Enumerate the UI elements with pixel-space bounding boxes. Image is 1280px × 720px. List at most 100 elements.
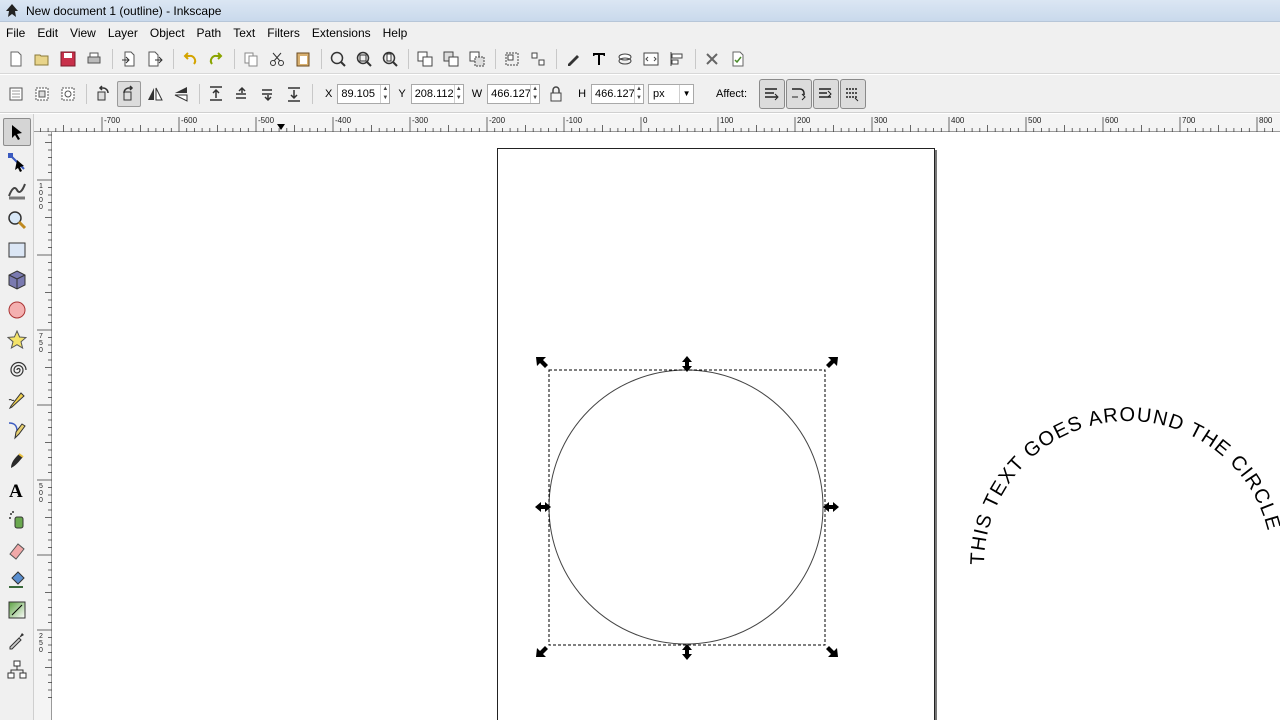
- scale-handle-bottom[interactable]: [682, 644, 692, 660]
- width-spinbox[interactable]: ▲▼: [487, 83, 541, 104]
- scale-corners-toggle[interactable]: [786, 78, 813, 109]
- fill-stroke-icon[interactable]: [561, 47, 585, 71]
- copy-icon[interactable]: [239, 47, 263, 71]
- open-icon[interactable]: [30, 47, 54, 71]
- scale-handle-bottom-left[interactable]: [536, 646, 548, 657]
- chevron-down-icon[interactable]: ▼: [679, 84, 693, 103]
- star-tool-icon[interactable]: [3, 326, 31, 354]
- vertical-ruler[interactable]: 1000750500250: [34, 132, 52, 720]
- lock-icon[interactable]: [544, 81, 568, 107]
- gradient-tool-icon[interactable]: [3, 596, 31, 624]
- connector-tool-icon[interactable]: [3, 656, 31, 684]
- dropper-tool-icon[interactable]: [3, 626, 31, 654]
- save-icon[interactable]: [56, 47, 80, 71]
- print-icon[interactable]: [82, 47, 106, 71]
- xml-editor-icon[interactable]: [639, 47, 663, 71]
- y-input[interactable]: [411, 84, 454, 103]
- spiral-tool-icon[interactable]: [3, 356, 31, 384]
- tweak-tool-icon[interactable]: [3, 176, 31, 204]
- x-input[interactable]: [338, 84, 381, 103]
- toolbox: A: [0, 114, 34, 720]
- raise-to-top-icon[interactable]: [204, 81, 228, 107]
- calligraphy-tool-icon[interactable]: [3, 446, 31, 474]
- y-spinbox[interactable]: ▲▼: [410, 83, 464, 104]
- text-on-path[interactable]: THIS TEXT GOES AROUND THE CIRCLE: [967, 404, 1280, 565]
- zoom-drawing-icon[interactable]: [352, 47, 376, 71]
- scale-handle-top-right[interactable]: [826, 357, 838, 368]
- menu-extensions[interactable]: Extensions: [306, 23, 377, 43]
- select-all-layers-icon[interactable]: [30, 81, 54, 107]
- y-stepper[interactable]: ▲ ▼: [453, 84, 463, 103]
- paint-bucket-tool-icon[interactable]: [3, 566, 31, 594]
- menu-help[interactable]: Help: [377, 23, 414, 43]
- import-icon[interactable]: [117, 47, 141, 71]
- pencil-tool-icon[interactable]: [3, 386, 31, 414]
- drawing-canvas[interactable]: THIS TEXT GOES AROUND THE CIRCLE: [52, 132, 1280, 720]
- select-all-icon[interactable]: [4, 81, 28, 107]
- rectangle-tool-icon[interactable]: [3, 236, 31, 264]
- scale-handle-top-left[interactable]: [536, 357, 548, 368]
- rotate-cw-icon[interactable]: [117, 80, 141, 107]
- scale-handle-bottom-right[interactable]: [826, 646, 838, 657]
- flip-vertical-icon[interactable]: [169, 81, 193, 107]
- height-input[interactable]: [592, 84, 635, 103]
- transform-patterns-toggle[interactable]: [840, 78, 867, 109]
- ruler-label-char: 2: [39, 633, 43, 640]
- menu-layer[interactable]: Layer: [102, 23, 144, 43]
- x-stepper[interactable]: ▲ ▼: [380, 84, 389, 103]
- height-spinbox[interactable]: ▲▼: [591, 83, 645, 104]
- selection-handles[interactable]: [535, 356, 839, 660]
- raise-icon[interactable]: [230, 81, 254, 107]
- export-icon[interactable]: [143, 47, 167, 71]
- cut-icon[interactable]: [265, 47, 289, 71]
- zoom-tool-icon[interactable]: [3, 206, 31, 234]
- menu-object[interactable]: Object: [144, 23, 191, 43]
- width-stepper[interactable]: ▲ ▼: [530, 84, 539, 103]
- text-tool-icon[interactable]: A: [3, 476, 31, 504]
- pen-tool-icon[interactable]: [3, 416, 31, 444]
- eraser-tool-icon[interactable]: [3, 536, 31, 564]
- lower-icon[interactable]: [256, 81, 280, 107]
- paste-icon[interactable]: [291, 47, 315, 71]
- height-stepper[interactable]: ▲ ▼: [634, 84, 643, 103]
- menu-path[interactable]: Path: [191, 23, 228, 43]
- lower-to-bottom-icon[interactable]: [282, 81, 306, 107]
- separator: [408, 48, 409, 69]
- menu-text[interactable]: Text: [227, 23, 261, 43]
- deselect-icon[interactable]: [56, 81, 80, 107]
- menu-edit[interactable]: Edit: [31, 23, 64, 43]
- node-tool-icon[interactable]: [3, 148, 31, 176]
- layers-icon[interactable]: [613, 47, 637, 71]
- zoom-page-icon[interactable]: [378, 47, 402, 71]
- ellipse-tool-icon[interactable]: [3, 296, 31, 324]
- menu-filters[interactable]: Filters: [261, 23, 306, 43]
- horizontal-ruler[interactable]: -700 -600 -500 -400 -300 -200 -100 0 100 200 300 40…: [34, 114, 1280, 132]
- duplicate-icon[interactable]: [413, 47, 437, 71]
- selector-tool-icon[interactable]: [3, 118, 31, 146]
- flip-horizontal-icon[interactable]: [143, 81, 167, 107]
- group-icon[interactable]: [500, 47, 524, 71]
- menu-view[interactable]: View: [64, 23, 102, 43]
- document-properties-icon[interactable]: [726, 47, 750, 71]
- transform-gradients-toggle[interactable]: [813, 78, 840, 109]
- undo-icon[interactable]: [178, 47, 202, 71]
- width-input[interactable]: [488, 84, 531, 103]
- clone-icon[interactable]: [439, 47, 463, 71]
- scale-stroke-toggle[interactable]: [759, 78, 786, 109]
- unit-select[interactable]: px ▼: [648, 83, 695, 104]
- unlink-clone-icon[interactable]: [465, 47, 489, 71]
- circle-object[interactable]: [548, 369, 824, 645]
- text-font-icon[interactable]: [587, 47, 611, 71]
- align-distribute-icon[interactable]: [665, 47, 689, 71]
- redo-icon[interactable]: [204, 47, 228, 71]
- ungroup-icon[interactable]: [526, 47, 550, 71]
- preferences-icon[interactable]: [700, 47, 724, 71]
- zoom-selection-icon[interactable]: [326, 47, 350, 71]
- menu-file[interactable]: File: [0, 23, 31, 43]
- 3d-box-tool-icon[interactable]: [3, 266, 31, 294]
- x-spinbox[interactable]: ▲▼: [337, 83, 391, 104]
- spray-tool-icon[interactable]: [3, 506, 31, 534]
- new-document-icon[interactable]: [4, 47, 28, 71]
- rotate-ccw-icon[interactable]: [91, 81, 115, 107]
- vertical-ruler-scale: 1000750500250: [37, 134, 52, 698]
